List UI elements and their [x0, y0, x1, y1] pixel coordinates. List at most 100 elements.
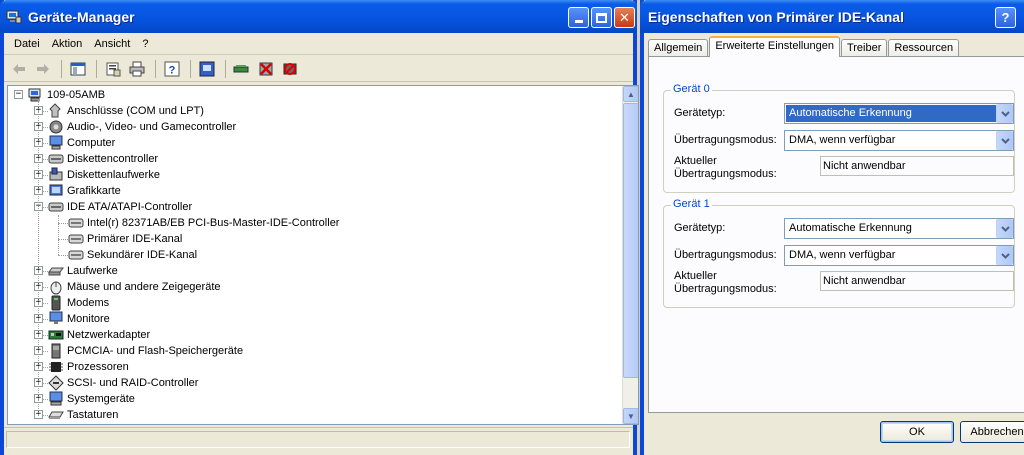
close-button[interactable]: ✕	[614, 7, 635, 28]
tree-connector-line	[58, 215, 59, 255]
chevron-down-icon[interactable]	[996, 246, 1013, 265]
tree-category[interactable]: Diskettenlaufwerke	[48, 167, 160, 183]
svg-text:?: ?	[169, 64, 176, 76]
device-1-type-select[interactable]: Automatische Erkennung	[784, 218, 1014, 239]
tab-ressourcen[interactable]: Ressourcen	[888, 39, 960, 57]
maximize-button[interactable]	[591, 7, 612, 28]
dialog-help-button[interactable]: ?	[995, 7, 1016, 28]
transfer-mode-label: Übertragungsmodus:	[674, 249, 777, 261]
tree-category[interactable]: Systemgeräte	[48, 391, 135, 407]
device-manager-titlebar[interactable]: Geräte-Manager ✕	[0, 0, 637, 33]
chevron-down-icon[interactable]	[996, 104, 1013, 123]
forward-button[interactable]	[32, 59, 54, 79]
tree-category[interactable]: Netzwerkadapter	[48, 327, 150, 343]
show-hidden-button[interactable]	[196, 59, 218, 79]
menu-ansicht[interactable]: Ansicht	[88, 38, 136, 50]
tree-item-label: SCSI- und RAID-Controller	[67, 377, 199, 389]
properties-dialog: Eigenschaften von Primärer IDE-Kanal ? A…	[640, 0, 1024, 455]
select-value: Automatische Erkennung	[786, 105, 996, 122]
scroll-thumb[interactable]	[623, 103, 638, 378]
tree-category[interactable]: Laufwerke	[48, 263, 118, 279]
toolbar-separator	[225, 59, 226, 78]
tree-category[interactable]: SCSI- und RAID-Controller	[48, 375, 198, 391]
scan-hardware-button[interactable]	[231, 59, 253, 79]
tab-erweiterte-einstellungen[interactable]: Erweiterte Einstellungen	[709, 36, 840, 57]
ok-button[interactable]: OK	[880, 421, 954, 443]
tab-treiber[interactable]: Treiber	[840, 39, 888, 57]
current-mode-label-line1: Aktueller	[674, 155, 717, 167]
menu-aktion[interactable]: Aktion	[46, 38, 89, 50]
tree-category[interactable]: Audio-, Video- und Gamecontroller	[48, 119, 236, 135]
minimize-icon	[574, 20, 583, 23]
print-button[interactable]	[126, 59, 148, 79]
tree-item-label: Systemgeräte	[67, 393, 135, 405]
maximize-icon	[596, 12, 607, 23]
chevron-up-icon: ▲	[627, 89, 635, 99]
tree-category[interactable]: PCMCIA- und Flash-Speichergeräte	[48, 343, 243, 359]
tree-category[interactable]: IDE ATA/ATAPI-Controller	[48, 199, 192, 215]
tree-category[interactable]: Grafikkarte	[48, 183, 121, 199]
tree-device[interactable]: Primärer IDE-Kanal	[68, 231, 182, 247]
minimize-button[interactable]	[568, 7, 589, 28]
properties-icon	[106, 62, 121, 76]
tab-panel-advanced: Gerät 0 Gerätetyp: Automatische Erkennun…	[648, 56, 1024, 413]
transfer-mode-label: Übertragungsmodus:	[674, 134, 777, 146]
chevron-down-icon[interactable]	[996, 131, 1013, 150]
uninstall-icon	[259, 62, 273, 75]
tab-allgemein[interactable]: Allgemein	[648, 39, 709, 57]
tree-category[interactable]: Anschlüsse (COM und LPT)	[48, 103, 204, 119]
tree-category[interactable]: Diskettencontroller	[48, 151, 158, 167]
tree-category[interactable]: Prozessoren	[48, 359, 129, 375]
console-tree-icon	[70, 62, 86, 75]
current-mode-label-line2: Übertragungsmodus:	[674, 283, 777, 295]
scroll-up-button[interactable]: ▲	[623, 86, 638, 102]
tree-item-label: Anschlüsse (COM und LPT)	[67, 105, 204, 117]
tree-category[interactable]: Computer	[48, 135, 115, 151]
disable-button[interactable]	[279, 59, 301, 79]
tree-root[interactable]: 109-05AMB	[28, 87, 105, 103]
device-1-transfer-mode-select[interactable]: DMA, wenn verfügbar	[784, 245, 1014, 266]
vertical-scrollbar[interactable]: ▲ ▼	[622, 86, 638, 424]
menu-datei[interactable]: Datei	[8, 38, 46, 50]
console-tree-button[interactable]	[67, 59, 89, 79]
device-tree[interactable]: −109-05AMB + Anschlüsse (COM und LPT) + Audi…	[7, 85, 639, 425]
modem-icon	[48, 295, 64, 311]
show-hidden-icon	[199, 61, 215, 76]
uninstall-button[interactable]	[255, 59, 277, 79]
pcmcia-icon	[48, 343, 64, 359]
dialog-titlebar[interactable]: Eigenschaften von Primärer IDE-Kanal ?	[640, 0, 1024, 33]
select-value: Automatische Erkennung	[789, 222, 912, 234]
tab-strip: Allgemein Erweiterte Einstellungen Treib…	[648, 36, 960, 57]
scan-hardware-icon	[233, 64, 249, 72]
scroll-down-button[interactable]: ▼	[623, 408, 638, 424]
device-0-type-select[interactable]: Automatische Erkennung	[784, 103, 1014, 124]
system-device-icon	[48, 391, 64, 407]
device-type-label: Gerätetyp:	[674, 107, 726, 119]
disable-icon	[283, 62, 297, 75]
status-cell	[6, 431, 630, 448]
tree-item-label: Diskettencontroller	[67, 153, 159, 165]
tree-category[interactable]: Mäuse und andere Zeigegeräte	[48, 279, 221, 295]
back-button[interactable]	[8, 59, 30, 79]
tree-item-label: Modems	[67, 297, 110, 309]
help-icon: ?	[164, 61, 180, 76]
tree-device[interactable]: Intel(r) 82371AB/EB PCI-Bus-Master-IDE-C…	[68, 215, 339, 231]
collapse-toggle[interactable]: −	[14, 90, 23, 99]
cancel-button[interactable]: Abbrechen	[960, 421, 1024, 443]
properties-button[interactable]	[102, 59, 124, 79]
tree-device[interactable]: Sekundärer IDE-Kanal	[68, 247, 197, 263]
tree-item-label: Netzwerkadapter	[67, 329, 151, 341]
tree-item-label: Tastaturen	[67, 409, 119, 421]
device-1-group: Gerät 1 Gerätetyp: Automatische Erkennun…	[663, 198, 1015, 308]
tree-category[interactable]: Monitore	[48, 311, 110, 327]
menu-help[interactable]: ?	[136, 38, 154, 50]
close-icon: ✕	[619, 9, 630, 25]
tree-item-label: Prozessoren	[67, 361, 129, 373]
chevron-down-icon[interactable]	[996, 219, 1013, 238]
tree-category[interactable]: Tastaturen	[48, 407, 118, 423]
tree-connector-line	[58, 239, 68, 240]
chevron-down-icon: ▼	[627, 411, 635, 421]
device-0-transfer-mode-select[interactable]: DMA, wenn verfügbar	[784, 130, 1014, 151]
tree-category[interactable]: Modems	[48, 295, 109, 311]
help-button[interactable]: ?	[161, 59, 183, 79]
